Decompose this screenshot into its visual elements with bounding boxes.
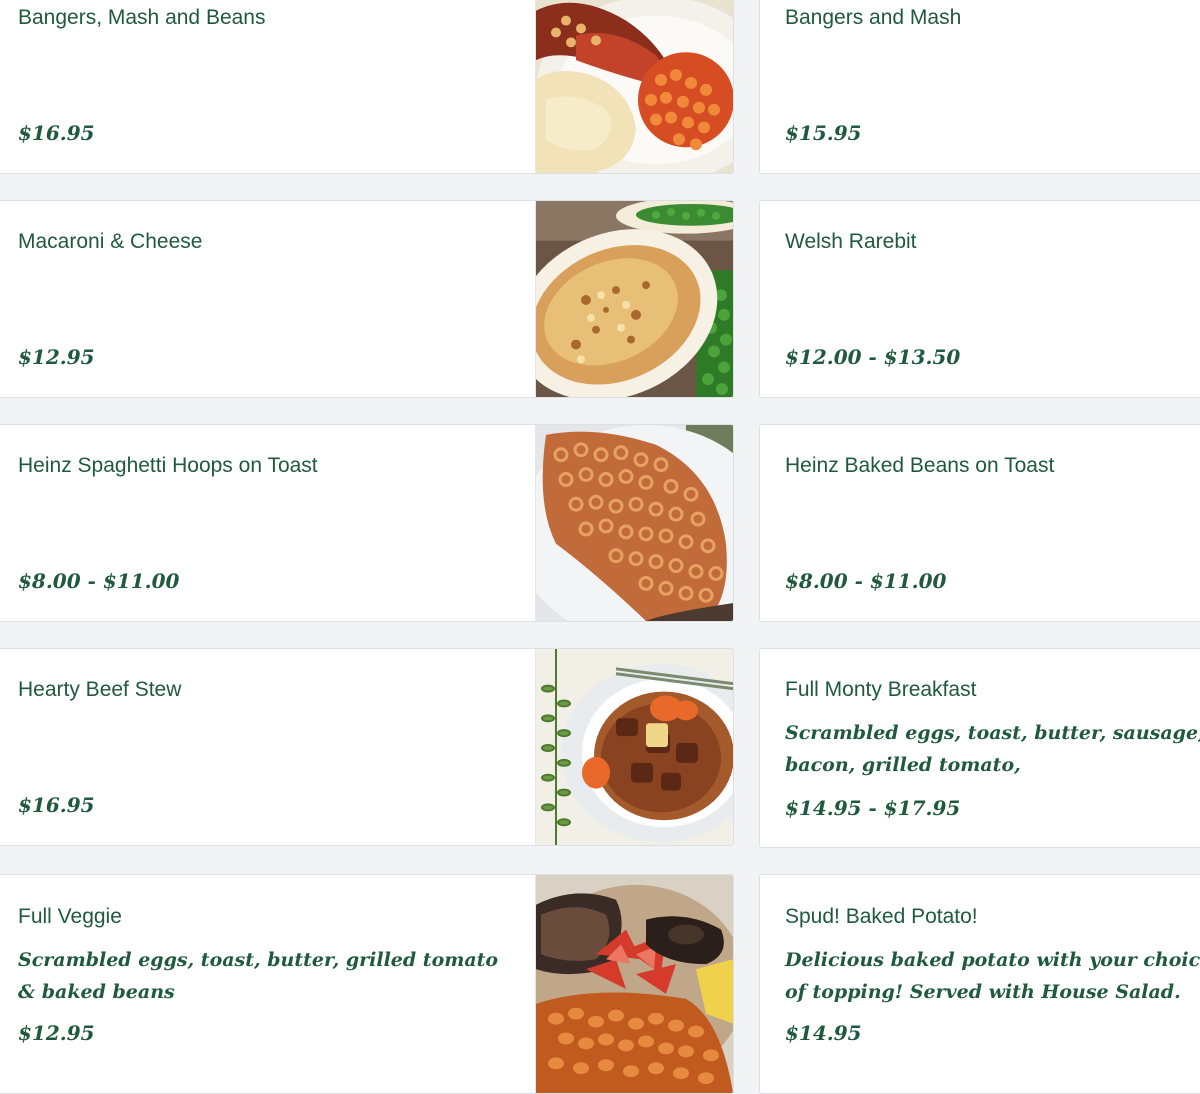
menu-item-card[interactable]: Full Veggie Scrambled eggs, toast, butte… — [0, 874, 734, 1094]
menu-item-card[interactable]: Full Monty Breakfast Scrambled eggs, toa… — [759, 648, 1200, 848]
menu-item-price: $12.00 - $13.50 — [785, 345, 961, 369]
full-veggie-photo[interactable] — [535, 875, 733, 1093]
menu-item-info: Welsh Rarebit $12.00 - $13.50 — [760, 201, 1200, 397]
menu-item-info: Heinz Baked Beans on Toast $8.00 - $11.0… — [760, 425, 1200, 621]
macaroni-cheese-photo[interactable] — [535, 201, 733, 397]
menu-item-card[interactable]: Welsh Rarebit $12.00 - $13.50 — [759, 200, 1200, 398]
menu-item-name[interactable]: Bangers, Mash and Beans — [18, 5, 266, 30]
menu-item-description: Scrambled eggs, toast, butter, grilled t… — [18, 949, 499, 1003]
menu-item-name[interactable]: Full Monty Breakfast — [785, 677, 976, 702]
menu-item-price: $12.95 — [18, 345, 95, 369]
menu-item-name[interactable]: Macaroni & Cheese — [18, 229, 202, 254]
menu-item-price: $16.95 — [18, 793, 95, 817]
menu-item-price: $14.95 - $17.95 — [785, 796, 961, 820]
menu-item-card[interactable]: Bangers and Mash $15.95 — [759, 0, 1200, 174]
menu-item-card[interactable]: Hearty Beef Stew $16.95 — [0, 648, 734, 846]
menu-item-name[interactable]: Hearty Beef Stew — [18, 677, 181, 702]
bangers-mash-beans-photo[interactable] — [535, 0, 733, 173]
spaghetti-hoops-photo[interactable] — [535, 425, 733, 621]
menu-item-info: Spud! Baked Potato! Delicious baked pota… — [760, 875, 1200, 1093]
menu-item-info: Bangers and Mash $15.95 — [760, 0, 1200, 173]
menu-item-name[interactable]: Welsh Rarebit — [785, 229, 917, 254]
menu-item-price: $16.95 — [18, 121, 95, 145]
menu-item-description: Scrambled eggs, toast, butter, sausage, … — [785, 722, 1200, 776]
menu-item-price: $8.00 - $11.00 — [18, 569, 180, 593]
menu-item-name[interactable]: Full Veggie — [18, 904, 122, 929]
menu-item-price: $12.95 — [18, 1021, 95, 1045]
menu-item-name[interactable]: Bangers and Mash — [785, 5, 961, 30]
menu-item-card[interactable]: Spud! Baked Potato! Delicious baked pota… — [759, 874, 1200, 1094]
menu-item-price: $14.95 — [785, 1021, 862, 1045]
menu-item-name[interactable]: Heinz Spaghetti Hoops on Toast — [18, 453, 318, 478]
menu-item-price: $15.95 — [785, 121, 862, 145]
menu-item-card[interactable]: Heinz Baked Beans on Toast $8.00 - $11.0… — [759, 424, 1200, 622]
menu-item-card[interactable]: Heinz Spaghetti Hoops on Toast $8.00 - $… — [0, 424, 734, 622]
menu-item-name[interactable]: Heinz Baked Beans on Toast — [785, 453, 1054, 478]
menu-item-card[interactable]: Bangers, Mash and Beans $16.95 — [0, 0, 734, 174]
menu-item-name[interactable]: Spud! Baked Potato! — [785, 904, 978, 929]
menu-item-price: $8.00 - $11.00 — [785, 569, 947, 593]
menu-item-card[interactable]: Macaroni & Cheese $12.95 — [0, 200, 734, 398]
beef-stew-photo[interactable] — [535, 649, 733, 845]
menu-item-description: Delicious baked potato with your choice … — [785, 949, 1200, 1003]
menu-item-info: Full Monty Breakfast Scrambled eggs, toa… — [760, 649, 1200, 847]
